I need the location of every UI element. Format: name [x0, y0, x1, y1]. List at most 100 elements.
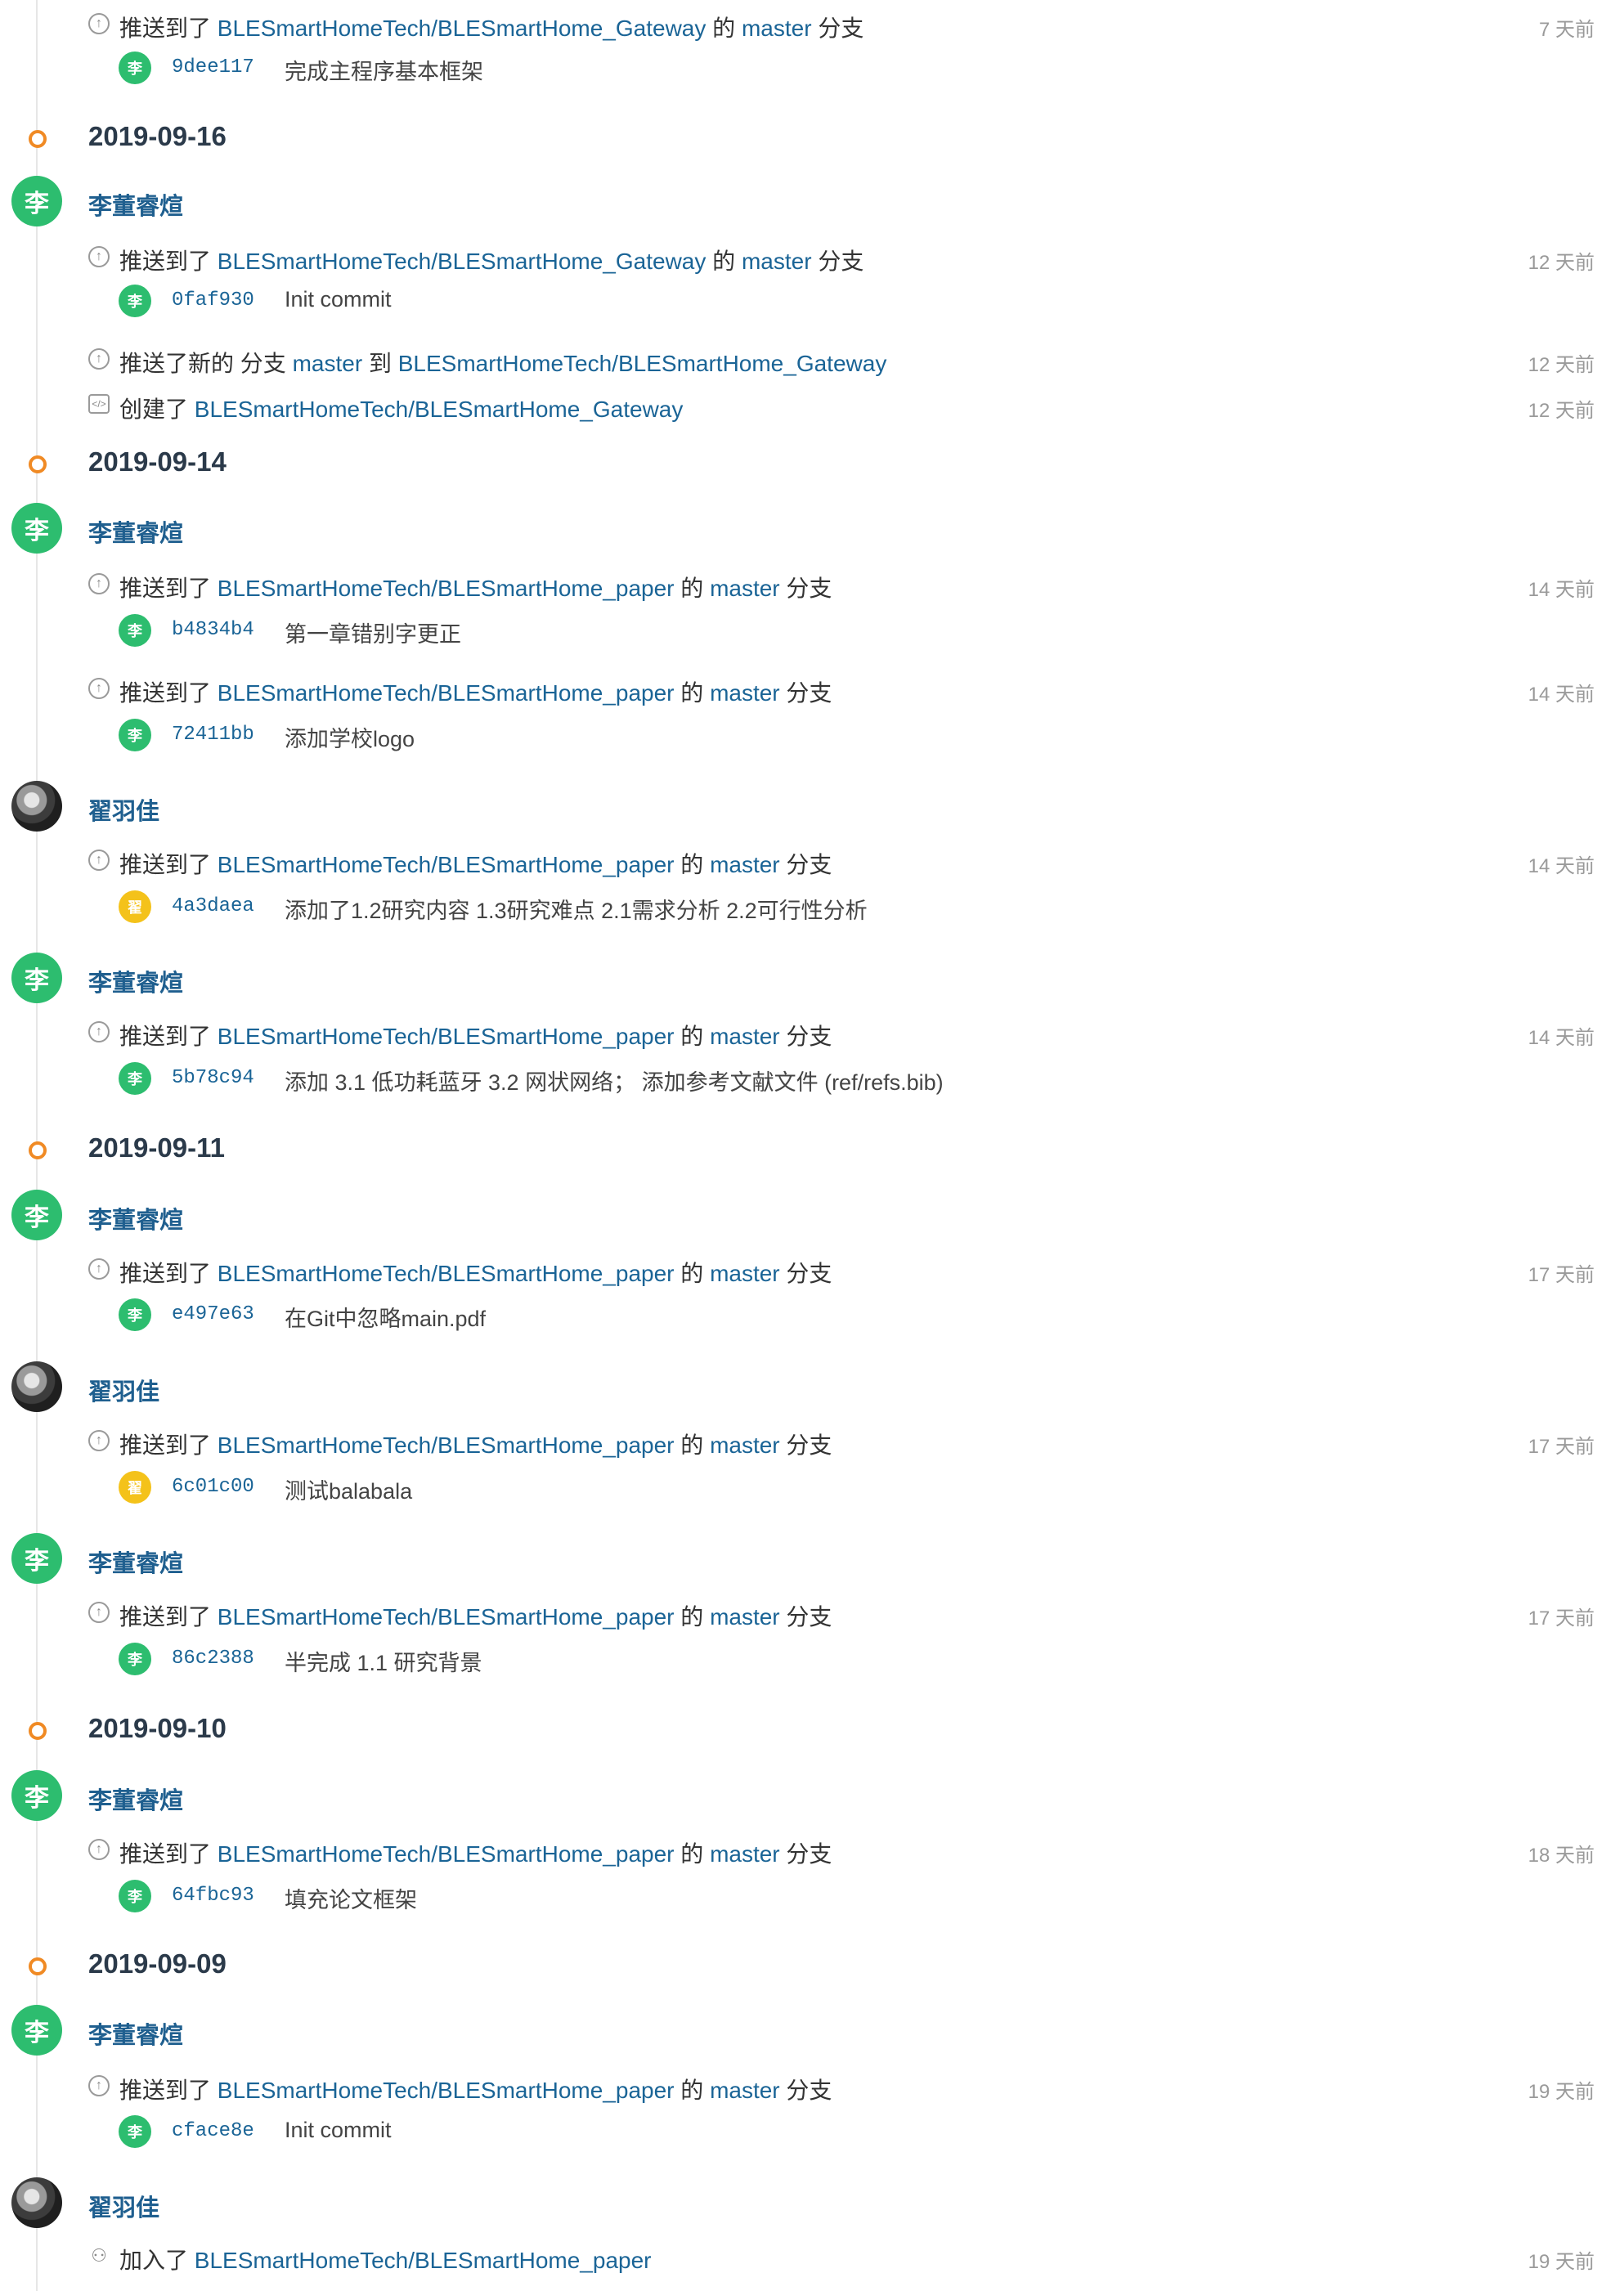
user-name-link[interactable]: 翟羽佳 — [88, 2189, 159, 2223]
repo-link[interactable]: BLESmartHomeTech/BLESmartHome_paper — [218, 1604, 675, 1630]
avatar[interactable]: 李 — [11, 1190, 62, 1240]
activity-event: ↑ 推送到了 BLESmartHomeTech/BLESmartHome_pape… — [0, 845, 1624, 882]
user-name-link[interactable]: 翟羽佳 — [88, 1373, 159, 1407]
commit-sha-link[interactable]: 64fbc93 — [172, 1885, 254, 1907]
commit-author-avatar[interactable]: 李 — [119, 52, 151, 84]
user-header: 李李董睿煊 — [0, 176, 1624, 233]
commit-author-avatar[interactable]: 李 — [119, 1880, 151, 1912]
commit-item: 李 9dee117 完成主程序基本框架 — [0, 49, 1624, 87]
event-action-text: 推送了新的 — [119, 351, 235, 376]
branch-link[interactable]: master — [742, 249, 812, 274]
repo-link[interactable]: BLESmartHomeTech/BLESmartHome_paper — [218, 576, 675, 601]
branch-link[interactable]: master — [710, 1432, 780, 1458]
branch-link[interactable]: master — [710, 1841, 780, 1867]
commit-sha-link[interactable]: 4a3daea — [172, 895, 254, 917]
event-suffix-text: 到 — [368, 351, 392, 376]
avatar[interactable]: 李 — [11, 953, 62, 1003]
branch-link[interactable]: master — [710, 1261, 780, 1286]
date-label: 2019-09-14 — [88, 446, 227, 477]
user-name-link[interactable]: 李董睿煊 — [88, 1201, 183, 1235]
branch-link[interactable]: master — [710, 576, 780, 601]
commit-sha-link[interactable]: e497e63 — [172, 1303, 254, 1325]
timeline-dot-icon — [29, 1722, 47, 1740]
commit-sha-link[interactable]: 6c01c00 — [172, 1476, 254, 1498]
user-name-link[interactable]: 李董睿煊 — [88, 964, 183, 998]
user-name-link[interactable]: 李董睿煊 — [88, 1782, 183, 1816]
repo-link[interactable]: BLESmartHomeTech/BLESmartHome_paper — [195, 2248, 652, 2273]
repo-link[interactable]: BLESmartHomeTech/BLESmartHome_Gateway — [218, 249, 707, 274]
event-suffix-text: 分支 — [786, 1024, 832, 1049]
repo-link[interactable]: BLESmartHomeTech/BLESmartHome_Gateway — [218, 16, 707, 41]
commit-author-avatar[interactable]: 翟 — [119, 890, 151, 923]
commit-sha-link[interactable]: 5b78c94 — [172, 1067, 254, 1089]
branch-link[interactable]: master — [710, 852, 780, 877]
event-connector-text: 分支 — [240, 351, 286, 376]
user-name-link[interactable]: 李董睿煊 — [88, 514, 183, 549]
branch-link[interactable]: master — [710, 1024, 780, 1049]
user-name-link[interactable]: 李董睿煊 — [88, 187, 183, 222]
event-connector-text: 的 — [680, 1261, 704, 1286]
repo-link[interactable]: BLESmartHomeTech/BLESmartHome_Gateway — [398, 351, 887, 376]
activity-event: ↑ 推送到了 BLESmartHomeTech/BLESmartHome_pape… — [0, 1016, 1624, 1054]
commit-sha-link[interactable]: 0faf930 — [172, 289, 254, 312]
repo-link[interactable]: BLESmartHomeTech/BLESmartHome_Gateway — [195, 397, 684, 422]
repo-link[interactable]: BLESmartHomeTech/BLESmartHome_paper — [218, 852, 675, 877]
event-connector-text: 的 — [680, 680, 704, 706]
relative-time: 17 天前 — [1528, 1264, 1595, 1286]
event-connector-text: 的 — [680, 2078, 704, 2103]
commit-author-avatar[interactable]: 李 — [119, 1643, 151, 1675]
avatar[interactable]: 李 — [11, 503, 62, 554]
event-description: 推送到了 BLESmartHomeTech/BLESmartHome_paper… — [119, 1428, 832, 1460]
event-action-text: 加入了 — [119, 2248, 189, 2273]
avatar[interactable] — [11, 2177, 62, 2228]
avatar[interactable]: 李 — [11, 176, 62, 226]
user-name-link[interactable]: 翟羽佳 — [88, 792, 159, 827]
commit-sha-link[interactable]: cface8e — [172, 2120, 254, 2142]
relative-time: 14 天前 — [1528, 579, 1595, 601]
event-suffix-text: 分支 — [786, 1604, 832, 1630]
user-name-link[interactable]: 李董睿煊 — [88, 1545, 183, 1579]
event-connector-text: 的 — [712, 249, 736, 274]
repo-link[interactable]: BLESmartHomeTech/BLESmartHome_paper — [218, 1261, 675, 1286]
commit-sha-link[interactable]: b4834b4 — [172, 619, 254, 641]
push-icon: ↑ — [88, 1258, 110, 1280]
branch-link[interactable]: master — [293, 351, 363, 376]
repo-link[interactable]: BLESmartHomeTech/BLESmartHome_paper — [218, 1432, 675, 1458]
commit-message: 第一章错别字更正 — [285, 622, 461, 647]
commit-author-avatar[interactable]: 李 — [119, 719, 151, 751]
commit-sha-link[interactable]: 9dee117 — [172, 56, 254, 78]
date-label: 2019-09-16 — [88, 121, 227, 151]
relative-time: 14 天前 — [1528, 855, 1595, 877]
activity-event: ↑ 推送到了 BLESmartHomeTech/BLESmartHome_Gate… — [0, 8, 1624, 46]
branch-link[interactable]: master — [710, 1604, 780, 1630]
avatar[interactable]: 李 — [11, 1770, 62, 1821]
commit-sha-link[interactable]: 86c2388 — [172, 1648, 254, 1670]
avatar[interactable] — [11, 1361, 62, 1412]
commit-author-avatar[interactable]: 李 — [119, 1298, 151, 1331]
push-icon: ↑ — [88, 850, 110, 871]
commit-author-avatar[interactable]: 翟 — [119, 1471, 151, 1504]
commit-author-avatar[interactable]: 李 — [119, 2115, 151, 2148]
commit-message: 填充论文框架 — [285, 1888, 417, 1912]
commit-message: 完成主程序基本框架 — [285, 60, 483, 84]
avatar[interactable] — [11, 781, 62, 832]
event-description: 推送到了 BLESmartHomeTech/BLESmartHome_paper… — [119, 1836, 832, 1869]
event-suffix-text: 分支 — [786, 2078, 832, 2103]
commit-author-avatar[interactable]: 李 — [119, 1062, 151, 1095]
user-name-link[interactable]: 李董睿煊 — [88, 2016, 183, 2051]
commit-author-avatar[interactable]: 李 — [119, 614, 151, 647]
event-action-text: 推送到了 — [119, 576, 212, 601]
repo-link[interactable]: BLESmartHomeTech/BLESmartHome_paper — [218, 1024, 675, 1049]
commit-author-avatar[interactable]: 李 — [119, 285, 151, 317]
repo-link[interactable]: BLESmartHomeTech/BLESmartHome_paper — [218, 680, 675, 706]
commit-item: 李 64fbc93 填充论文框架 — [0, 1877, 1624, 1915]
event-action-text: 推送到了 — [119, 1604, 212, 1630]
repo-link[interactable]: BLESmartHomeTech/BLESmartHome_paper — [218, 2078, 675, 2103]
branch-link[interactable]: master — [742, 16, 812, 41]
avatar[interactable]: 李 — [11, 2005, 62, 2056]
avatar[interactable]: 李 — [11, 1533, 62, 1584]
commit-sha-link[interactable]: 72411bb — [172, 724, 254, 746]
branch-link[interactable]: master — [710, 2078, 780, 2103]
branch-link[interactable]: master — [710, 680, 780, 706]
repo-link[interactable]: BLESmartHomeTech/BLESmartHome_paper — [218, 1841, 675, 1867]
